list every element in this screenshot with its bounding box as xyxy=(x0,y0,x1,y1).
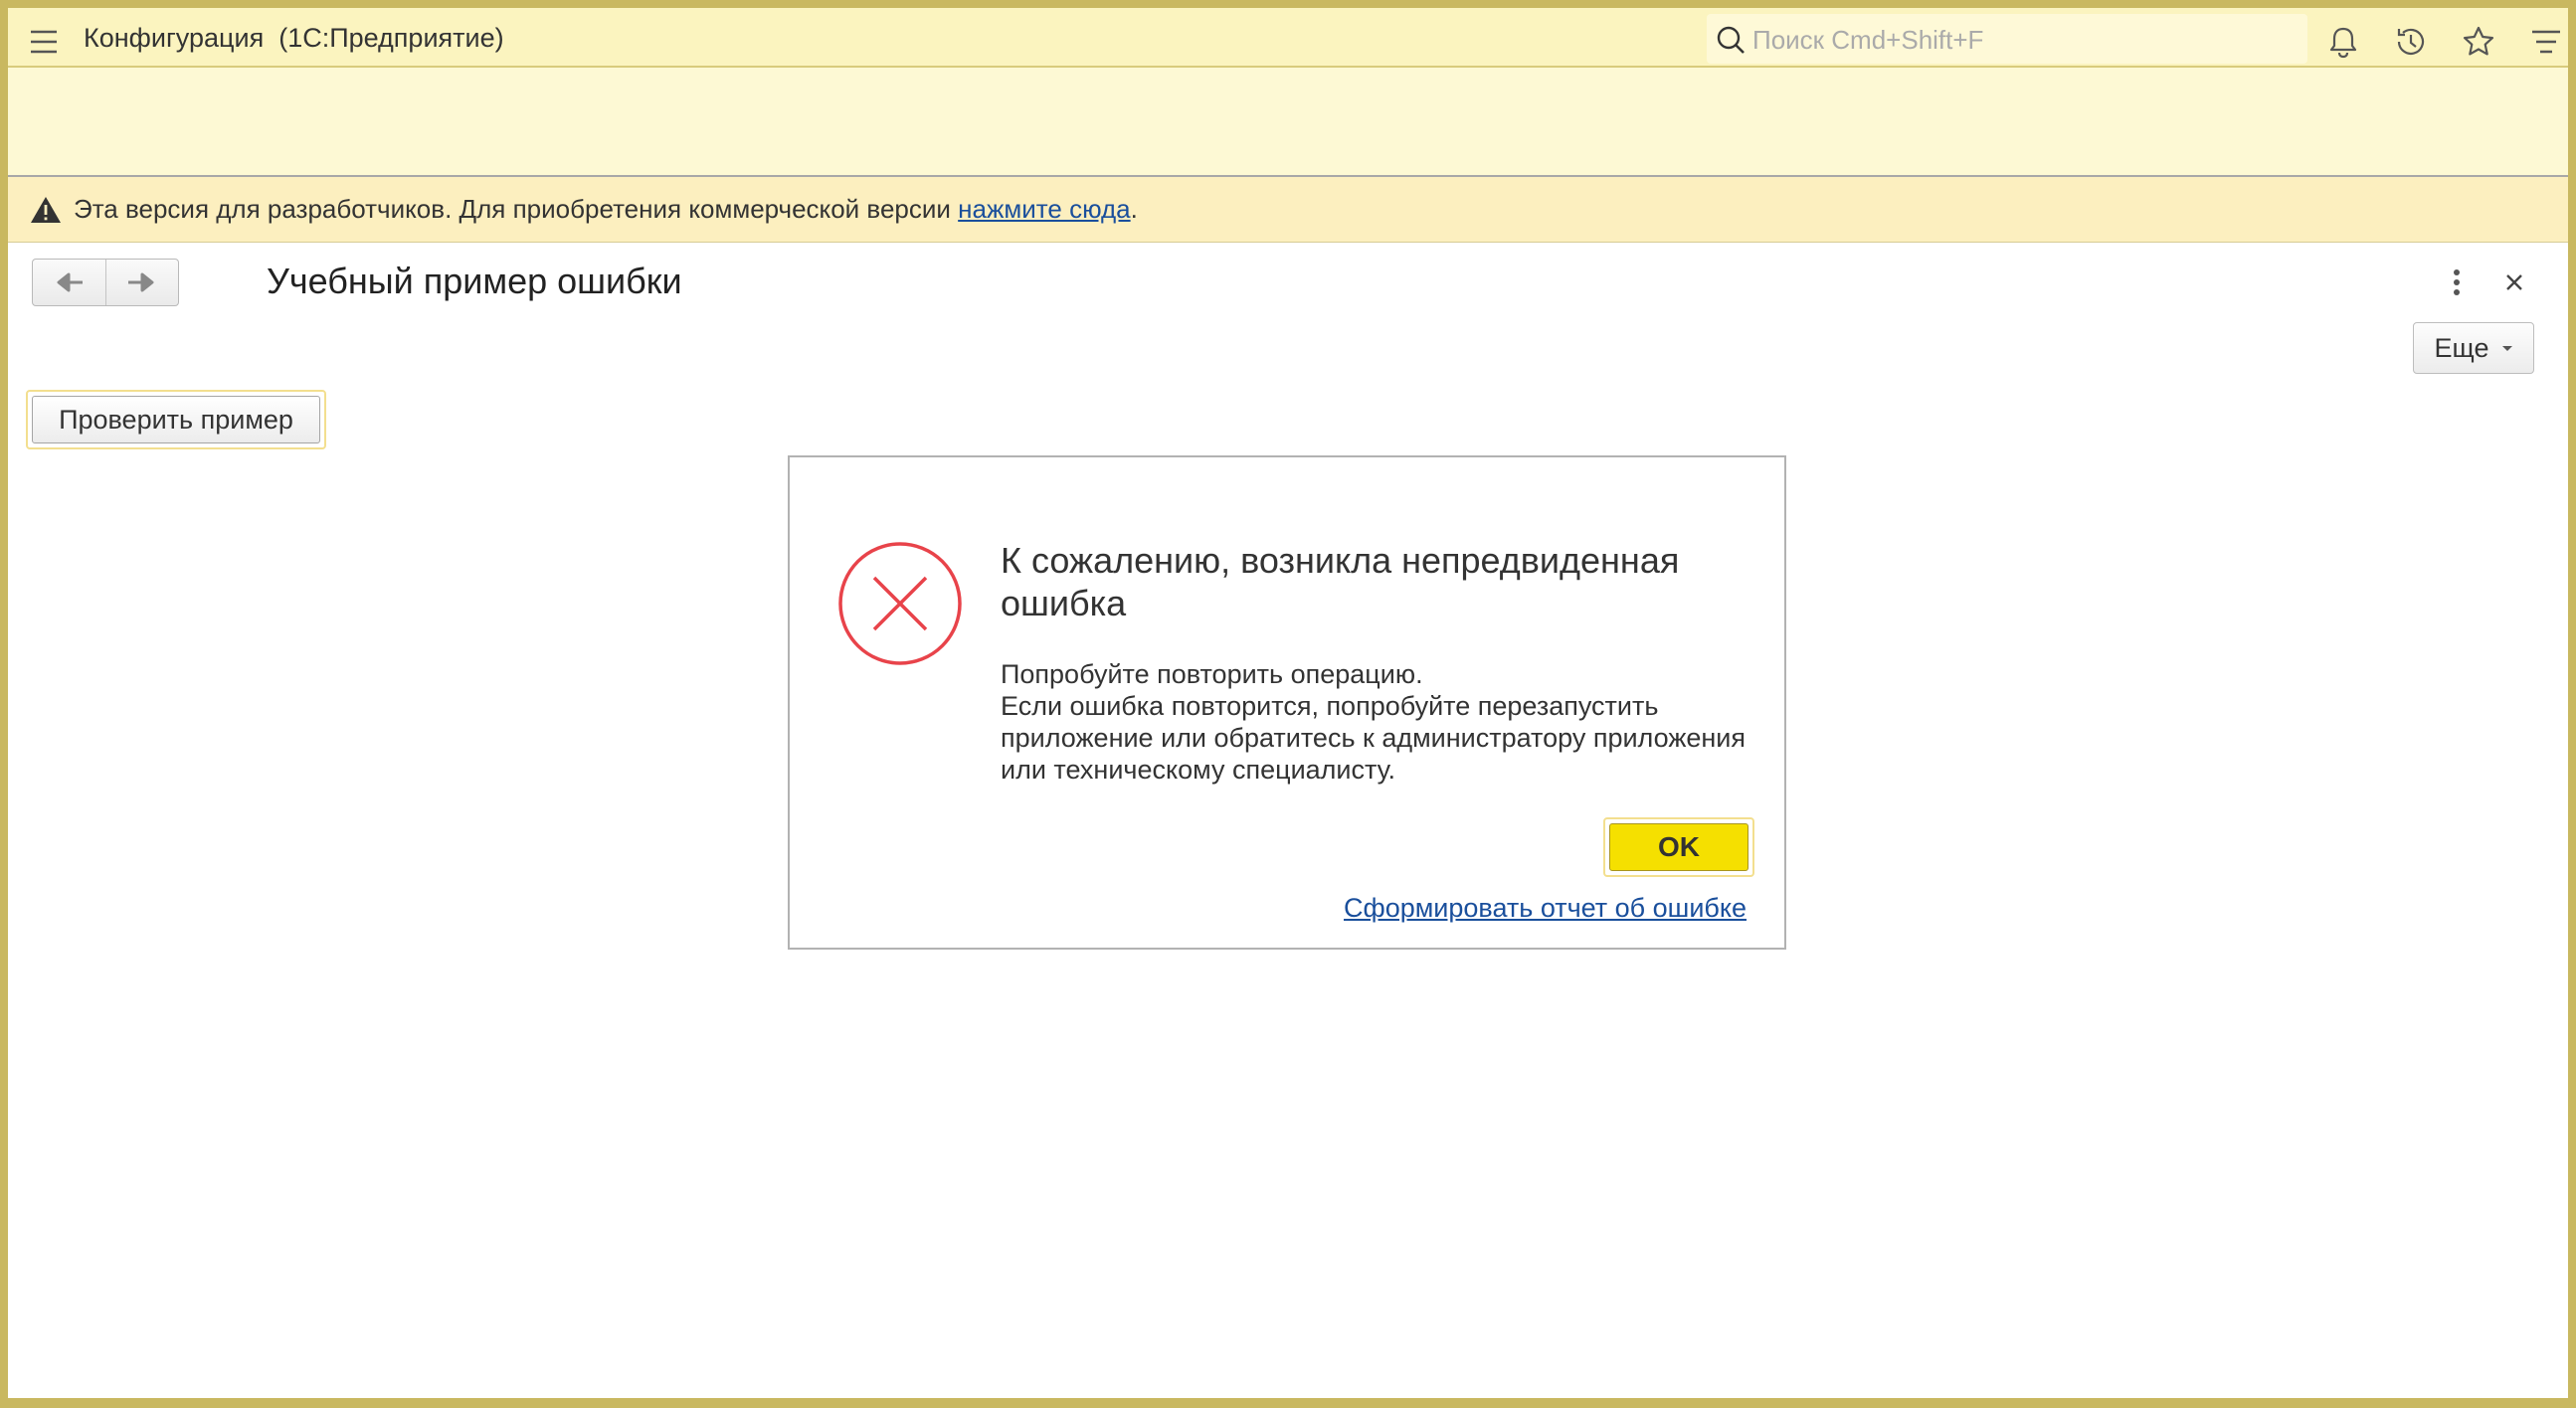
ok-button-focus: OK xyxy=(1603,817,1754,877)
app-title: Конфигурация (1С:Предприятие) xyxy=(84,23,504,53)
error-dialog: К сожалению, возникла непредвиденная оши… xyxy=(788,455,1786,950)
dialog-message-line: Попробуйте повторить операцию. xyxy=(1001,659,1423,689)
dialog-message: Попробуйте повторить операцию. Если ошиб… xyxy=(1001,658,1776,786)
check-example-button[interactable]: Проверить пример xyxy=(32,396,320,443)
search-icon xyxy=(1717,26,1745,54)
error-icon xyxy=(838,542,962,665)
dialog-title: К сожалению, возникла непредвиденная оши… xyxy=(1001,540,1680,623)
arrow-left-icon xyxy=(57,272,84,292)
dialog-message-line: или техническому специалисту. xyxy=(1001,755,1395,785)
dialog-message-line: приложение или обратитесь к администрато… xyxy=(1001,723,1747,753)
back-button[interactable] xyxy=(33,260,106,305)
bell-icon[interactable] xyxy=(2323,22,2363,62)
error-report-link[interactable]: Сформировать отчет об ошибке xyxy=(1344,893,1747,924)
ok-button[interactable]: OK xyxy=(1609,823,1748,871)
developer-notice: Эта версия для разработчиков. Для приобр… xyxy=(8,177,2568,243)
star-icon[interactable] xyxy=(2459,22,2498,62)
menu-icon[interactable] xyxy=(24,22,64,62)
search-box[interactable] xyxy=(1707,14,2307,66)
notice-link[interactable]: нажмите сюда xyxy=(958,194,1130,224)
top-bar: Конфигурация (1С:Предприятие) xyxy=(8,8,2568,68)
navigation-buttons xyxy=(32,259,179,306)
more-actions-icon[interactable] xyxy=(2439,264,2475,300)
history-icon[interactable] xyxy=(2391,22,2431,62)
close-icon[interactable] xyxy=(2496,264,2532,300)
filter-menu-icon[interactable] xyxy=(2526,22,2566,62)
sections-panel xyxy=(8,68,2568,177)
forward-button[interactable] xyxy=(106,260,179,305)
form-title: Учебный пример ошибки xyxy=(267,261,682,301)
warning-icon xyxy=(31,196,61,223)
chevron-down-icon xyxy=(2502,345,2513,351)
check-example-focus: Проверить пример xyxy=(26,390,326,449)
arrow-right-icon xyxy=(127,272,154,292)
search-input[interactable] xyxy=(1750,14,2301,66)
more-button-label: Еще xyxy=(2434,332,2489,363)
dialog-message-line: Если ошибка повторится, попробуйте перез… xyxy=(1001,691,1659,721)
notice-text: Эта версия для разработчиков. Для приобр… xyxy=(74,194,1138,224)
more-button[interactable]: Еще xyxy=(2413,322,2534,374)
